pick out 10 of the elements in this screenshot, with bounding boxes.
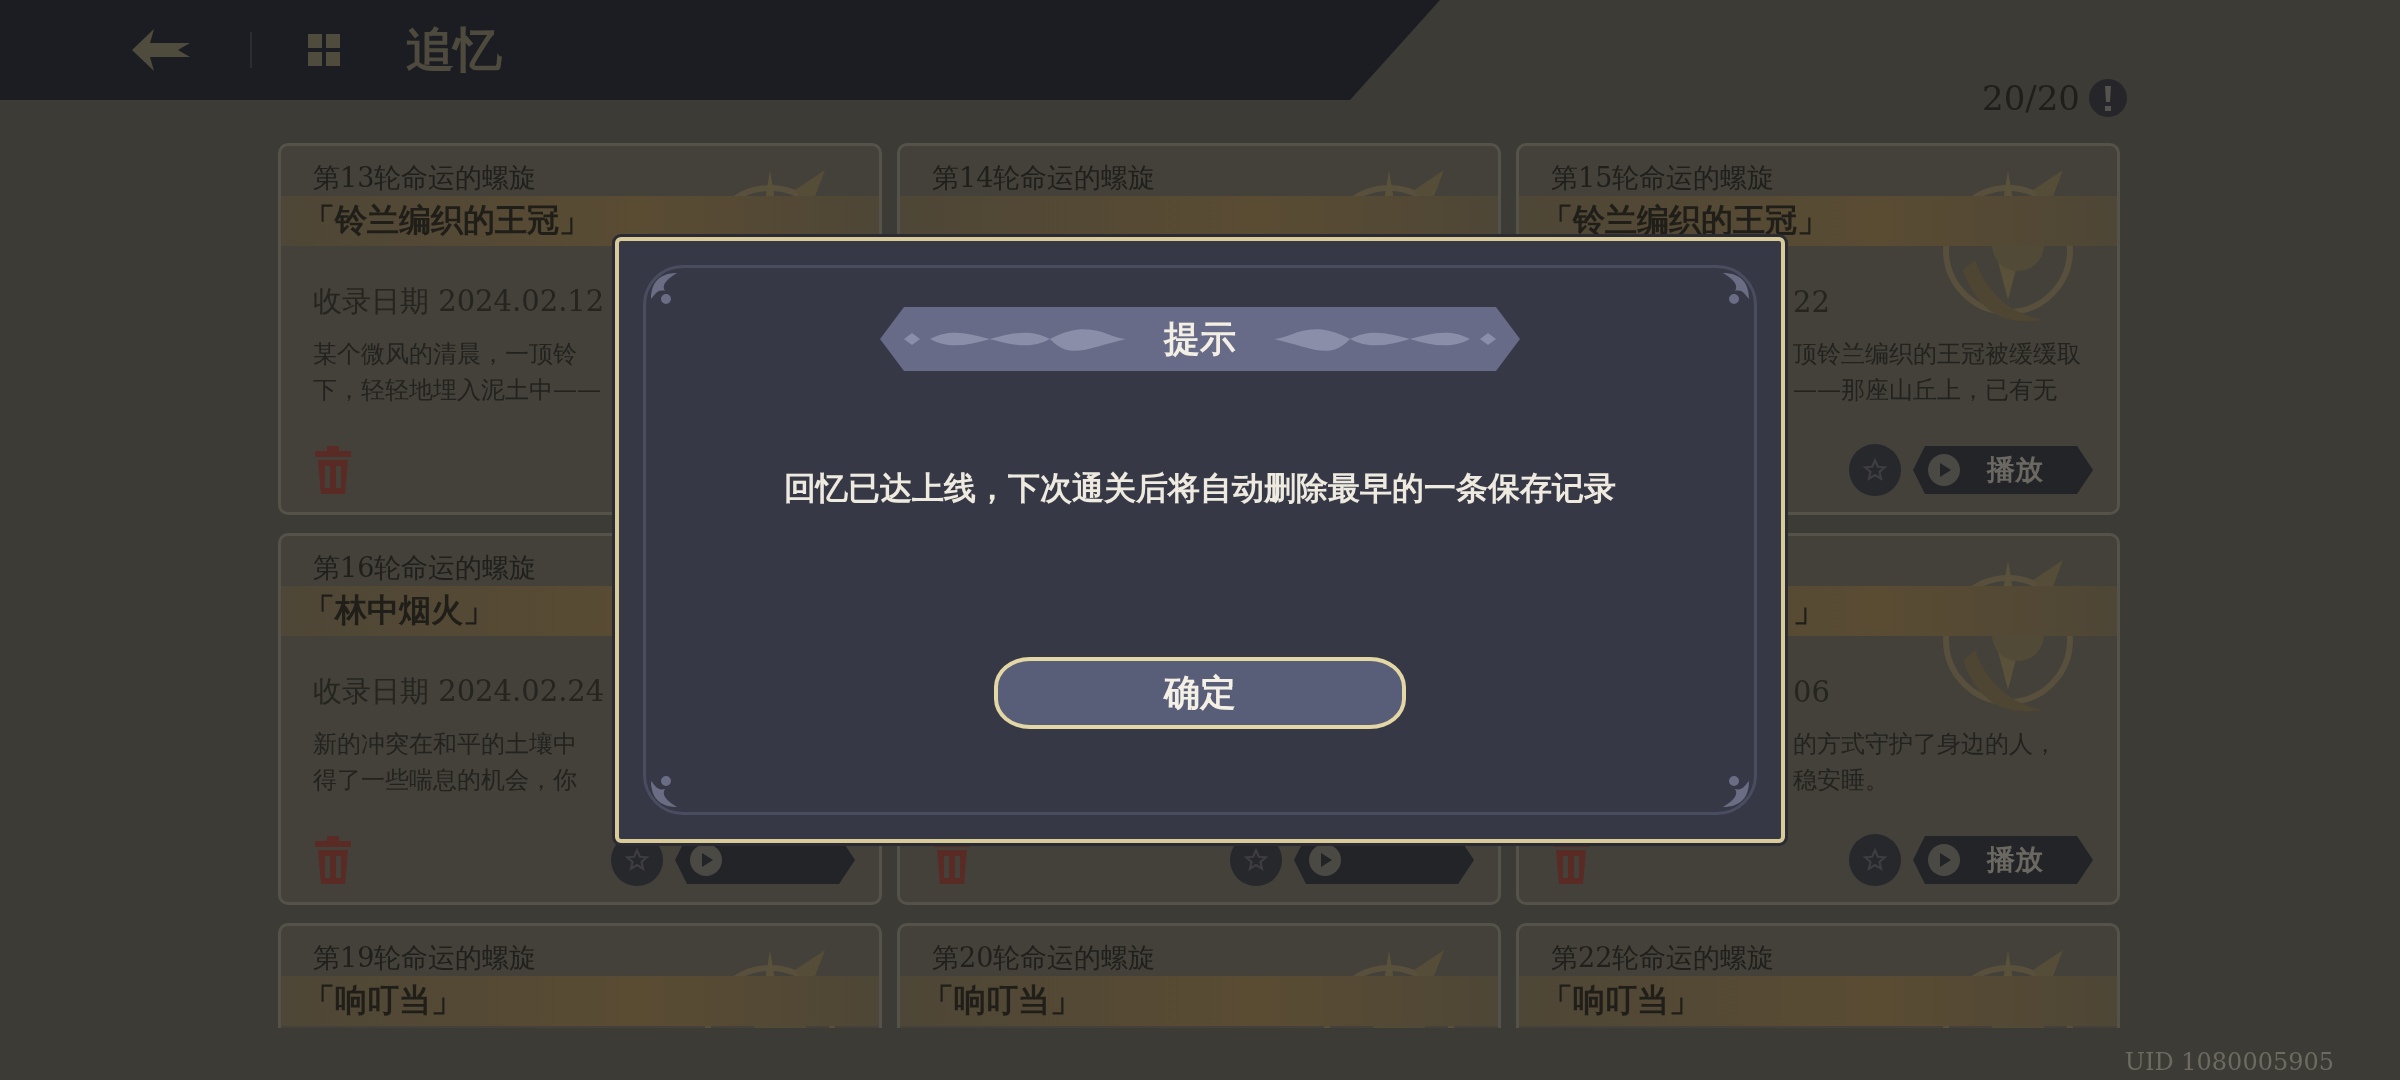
card-subtitle: 」 xyxy=(1793,590,1825,631)
play-icon xyxy=(1308,843,1342,877)
dialog-title: 提示 xyxy=(1164,315,1236,361)
play-icon xyxy=(1927,843,1961,877)
play-icon xyxy=(689,843,723,877)
play-icon xyxy=(1927,453,1961,487)
grid-icon xyxy=(306,32,342,68)
play-button[interactable]: 播放 xyxy=(1913,836,2093,884)
confirm-button[interactable]: 确定 xyxy=(994,657,1406,729)
play-button[interactable]: 播放 xyxy=(1913,446,2093,494)
